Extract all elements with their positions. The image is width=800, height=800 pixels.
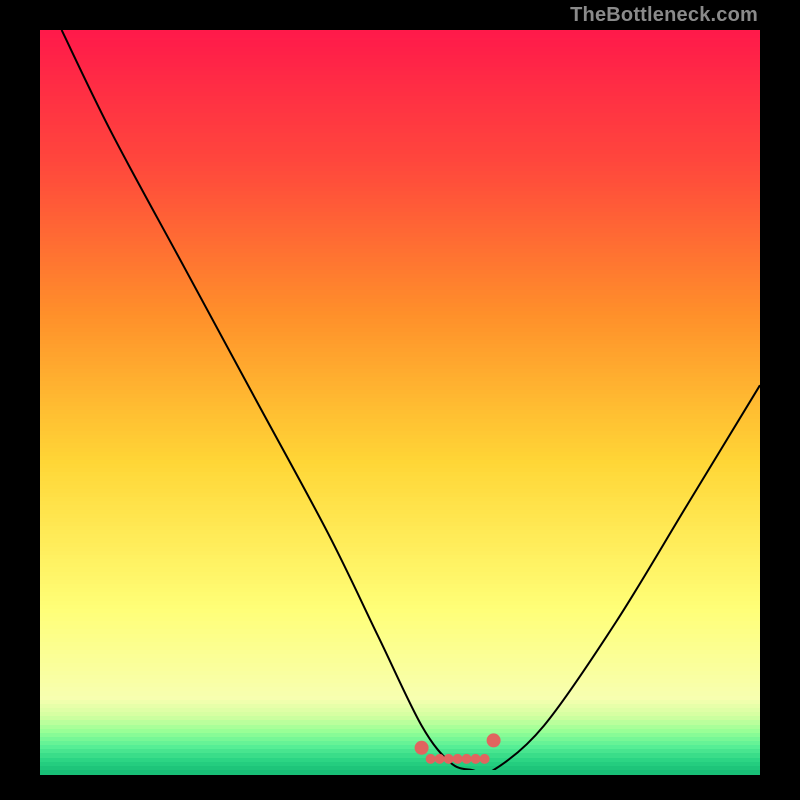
curve-layer bbox=[40, 30, 760, 770]
bottleneck-curve bbox=[62, 30, 760, 770]
chart-frame: TheBottleneck.com bbox=[0, 0, 800, 800]
watermark-text: TheBottleneck.com bbox=[570, 4, 758, 27]
plot-area bbox=[40, 30, 760, 770]
plateau-dots bbox=[415, 733, 501, 764]
